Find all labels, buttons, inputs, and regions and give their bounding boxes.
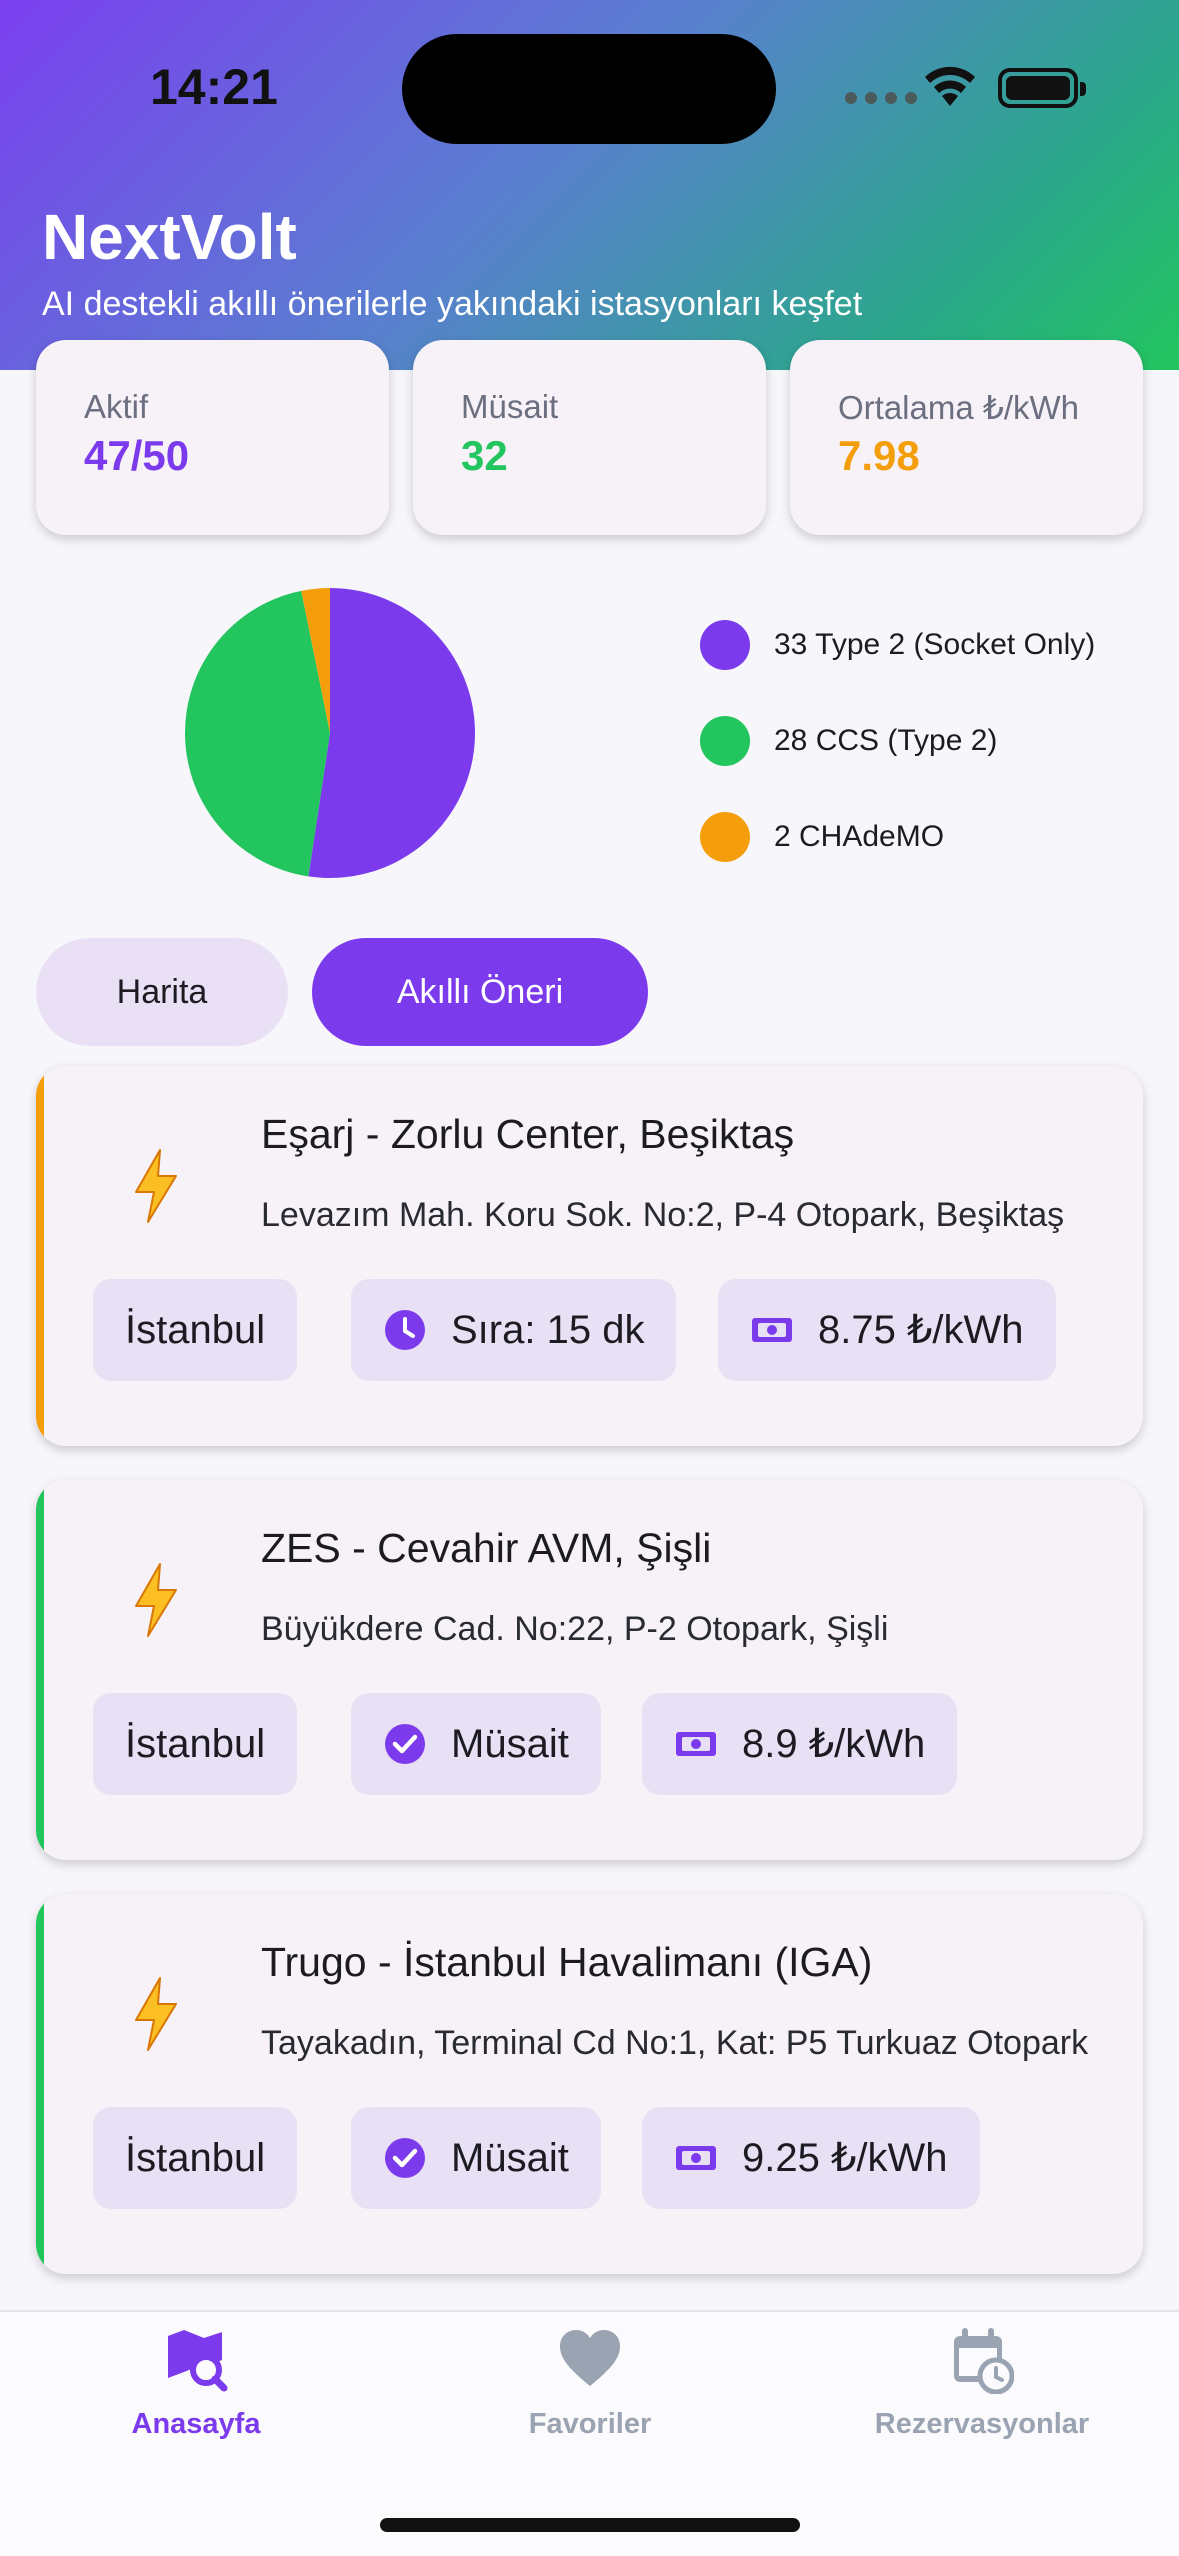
chip-label: 9.25 ₺/kWh <box>742 2136 948 2180</box>
stat-label: Müsait <box>461 388 559 425</box>
station-name: Eşarj - Zorlu Center, Beşiktaş <box>261 1111 795 1157</box>
chip-label: Müsait <box>451 2135 569 2180</box>
status-chip: Müsait <box>351 1693 601 1795</box>
pie-slice-1 <box>308 588 475 878</box>
pie-slice-2 <box>185 590 330 877</box>
stat-card-active: Aktif 47/50 <box>36 340 389 535</box>
connector-pie-chart <box>185 588 475 878</box>
calendar-clock-icon <box>954 2328 1014 2394</box>
app-subtitle: AI destekli akıllı önerilerle yakındaki … <box>42 285 863 323</box>
card-accent <box>36 1894 44 2274</box>
chip-label: İstanbul <box>125 1721 266 1766</box>
lightning-icon <box>135 1977 177 2051</box>
legend-swatch <box>700 620 750 670</box>
station-card[interactable]: ZES - Cevahir AVM, Şişli Büyükdere Cad. … <box>36 1480 1143 1860</box>
legend-swatch <box>700 716 750 766</box>
legend-label: 28 CCS (Type 2) <box>774 724 998 757</box>
cash-icon <box>676 1732 716 1756</box>
stat-value: 32 <box>461 432 508 479</box>
status-chip: Müsait <box>351 2107 601 2209</box>
stat-card-average-price: Ortalama ₺/kWh 7.98 <box>790 340 1143 535</box>
city-chip: İstanbul <box>93 1279 298 1381</box>
station-address: Levazım Mah. Koru Sok. No:2, P-4 Otopark… <box>261 1196 1065 1234</box>
check-circle-icon <box>385 1724 425 1764</box>
battery-icon <box>998 68 1086 108</box>
chip-label: İstanbul <box>125 2135 266 2180</box>
chip-label: Sıra: 15 dk <box>451 1307 645 1352</box>
city-chip: İstanbul <box>93 1693 298 1795</box>
nav-item-reservations[interactable]: Rezervasyonlar <box>832 2326 1132 2441</box>
wifi-icon <box>925 66 975 106</box>
cellular-signal-icon <box>845 92 917 104</box>
chip-label: Müsait <box>451 1721 569 1766</box>
heart-icon <box>560 2330 620 2386</box>
legend-item: 28 CCS (Type 2) <box>700 716 997 766</box>
station-address: Tayakadın, Terminal Cd No:1, Kat: P5 Tur… <box>261 2024 1089 2062</box>
clock-icon <box>385 1310 425 1350</box>
lightning-icon <box>135 1563 177 1637</box>
chip-label: 8.9 ₺/kWh <box>742 1722 926 1766</box>
station-card[interactable]: Eşarj - Zorlu Center, Beşiktaş Levazım M… <box>36 1066 1143 1446</box>
stat-value: 7.98 <box>838 432 920 479</box>
stat-label: Aktif <box>84 388 149 425</box>
legend-swatch <box>700 812 750 862</box>
stat-value: 47/50 <box>84 432 190 479</box>
nav-item-favorites[interactable]: Favoriler <box>440 2326 740 2441</box>
cash-icon <box>752 1318 792 1342</box>
app-title: NextVolt <box>42 201 297 273</box>
nav-label: Anasayfa <box>131 2408 261 2440</box>
chip-label: İstanbul <box>125 1307 266 1352</box>
chip-label: 8.75 ₺/kWh <box>818 1308 1024 1352</box>
check-circle-icon <box>385 2138 425 2178</box>
station-card[interactable]: Trugo - İstanbul Havalimanı (IGA) Tayaka… <box>36 1894 1143 2274</box>
status-chip: Sıra: 15 dk <box>351 1279 677 1381</box>
price-chip: 8.75 ₺/kWh <box>718 1279 1056 1381</box>
card-accent <box>36 1066 44 1446</box>
price-chip: 9.25 ₺/kWh <box>642 2107 980 2209</box>
cash-icon <box>676 2146 716 2170</box>
stat-label: Ortalama ₺/kWh <box>838 389 1080 426</box>
legend-label: 33 Type 2 (Socket Only) <box>774 628 1096 661</box>
nav-label: Favoriler <box>528 2408 652 2440</box>
nav-item-home[interactable]: Anasayfa <box>46 2326 346 2441</box>
legend-item: 33 Type 2 (Socket Only) <box>700 620 1095 670</box>
station-name: Trugo - İstanbul Havalimanı (IGA) <box>261 1939 873 1985</box>
price-chip: 8.9 ₺/kWh <box>642 1693 958 1795</box>
stat-card-available: Müsait 32 <box>413 340 766 535</box>
home-indicator <box>380 2518 800 2532</box>
city-chip: İstanbul <box>93 2107 298 2209</box>
map-search-icon <box>168 2330 228 2392</box>
card-accent <box>36 1480 44 1860</box>
tab-smart-suggestion[interactable]: Akıllı Öneri <box>312 938 648 1046</box>
dynamic-island <box>402 34 776 144</box>
nav-label: Rezervasyonlar <box>874 2408 1090 2440</box>
lightning-icon <box>135 1149 177 1223</box>
legend-item: 2 CHAdeMO <box>700 812 944 862</box>
status-time: 14:21 <box>150 59 278 115</box>
tab-map[interactable]: Harita <box>36 938 288 1046</box>
station-name: ZES - Cevahir AVM, Şişli <box>261 1525 712 1571</box>
legend-label: 2 CHAdeMO <box>774 820 945 853</box>
station-address: Büyükdere Cad. No:22, P-2 Otopark, Şişli <box>261 1610 889 1648</box>
